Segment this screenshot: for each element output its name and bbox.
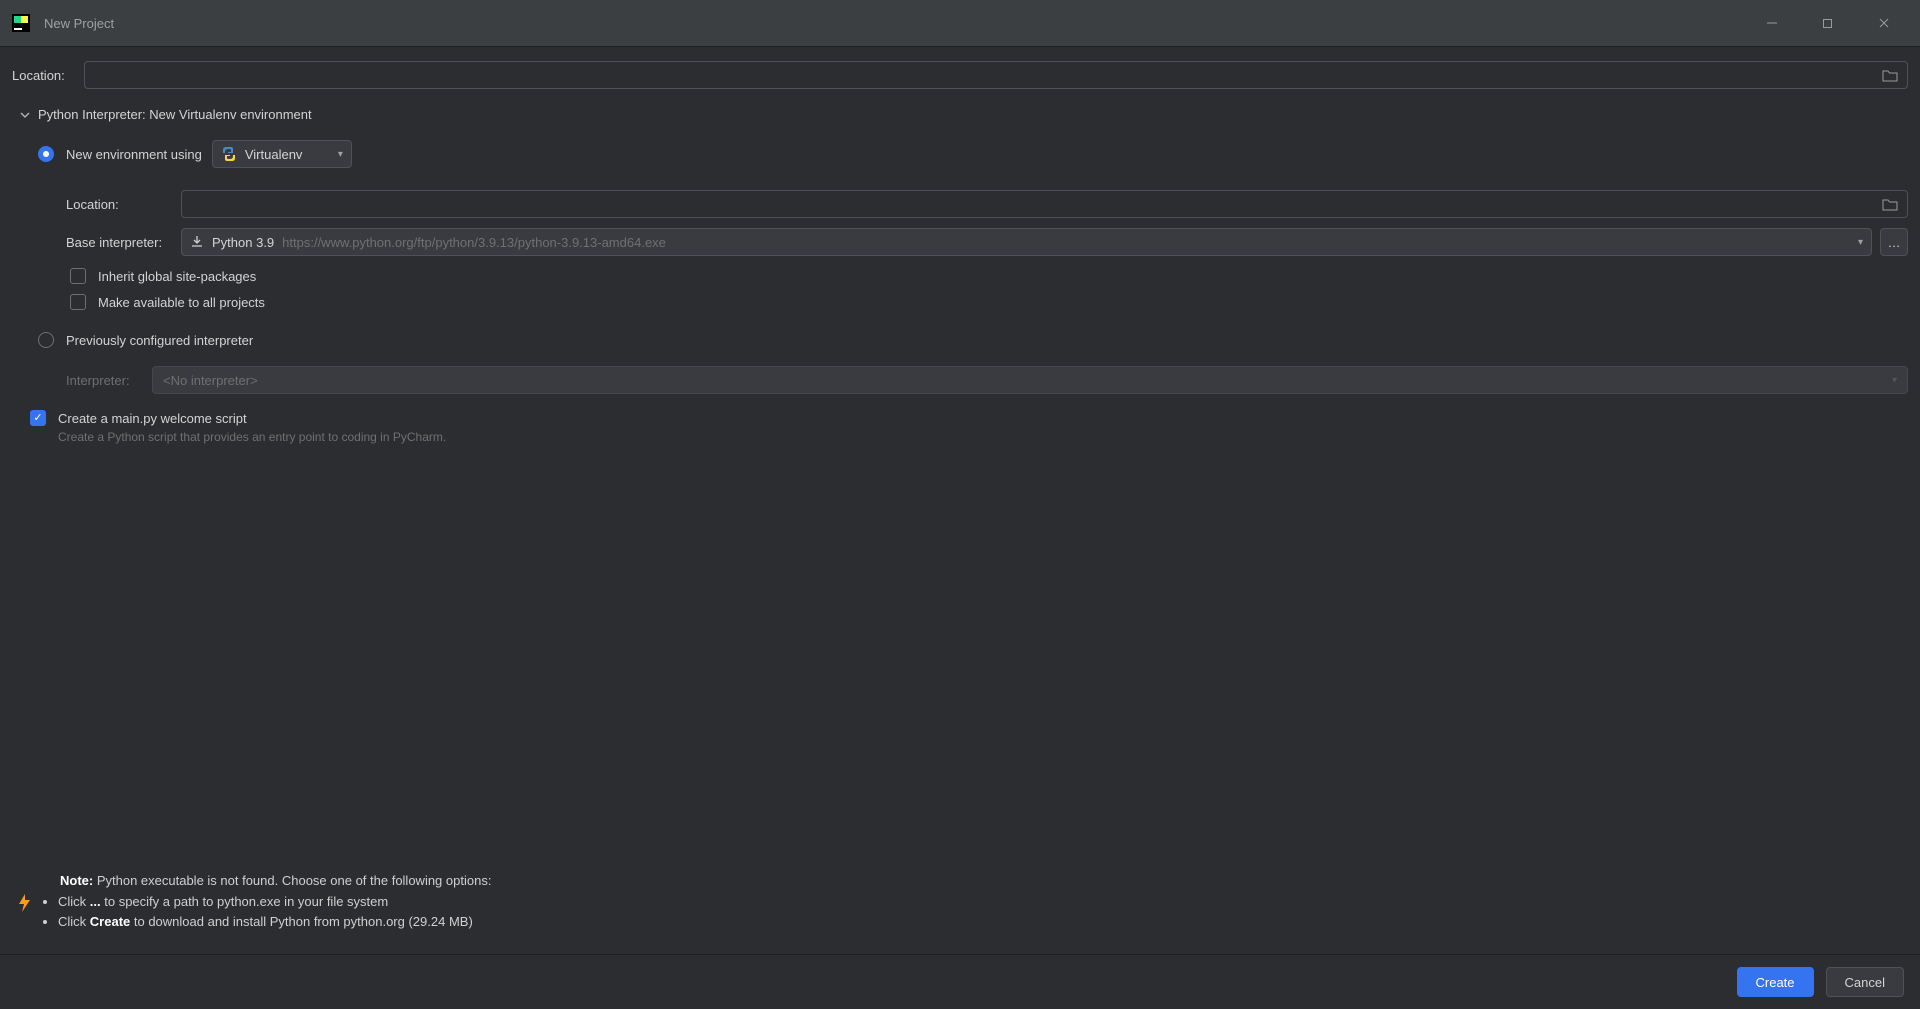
python-icon (221, 146, 237, 162)
prev-interp-radio[interactable] (38, 332, 54, 348)
note-text: Python executable is not found. Choose o… (93, 873, 491, 888)
base-interp-name: Python 3.9 (212, 235, 274, 250)
cancel-button[interactable]: Cancel (1826, 967, 1904, 997)
titlebar: New Project (0, 0, 1920, 47)
env-type-select[interactable]: Virtualenv ▾ (212, 140, 352, 168)
chevron-down-icon (20, 110, 30, 120)
env-type-text: Virtualenv (245, 147, 303, 162)
make-available-checkbox[interactable] (70, 294, 86, 310)
inherit-checkbox[interactable] (70, 268, 86, 284)
interpreter-section-toggle[interactable]: Python Interpreter: New Virtualenv envir… (12, 107, 1908, 122)
location-label: Location: (12, 68, 84, 83)
note-bullet-2: Click Create to download and install Pyt… (58, 912, 491, 932)
no-interpreter-text: <No interpreter> (163, 373, 258, 388)
prev-interp-label: Previously configured interpreter (66, 333, 253, 348)
browse-env-location-button[interactable] (1882, 197, 1904, 211)
new-env-radio[interactable] (38, 146, 54, 162)
inherit-label: Inherit global site-packages (98, 269, 256, 284)
window-title: New Project (44, 16, 114, 31)
note-bullet-1: Click ... to specify a path to python.ex… (58, 892, 491, 912)
lightning-icon (16, 893, 32, 913)
create-button[interactable]: Create (1737, 967, 1814, 997)
base-interp-browse-button[interactable]: … (1880, 228, 1908, 256)
browse-location-button[interactable] (1882, 68, 1904, 82)
maximize-button[interactable] (1822, 18, 1852, 29)
base-interp-hint: https://www.python.org/ftp/python/3.9.13… (282, 235, 666, 250)
app-icon (12, 14, 30, 32)
interpreter-label: Interpreter: (66, 373, 152, 388)
location-input[interactable] (84, 61, 1908, 89)
base-interp-label: Base interpreter: (66, 235, 181, 250)
welcome-label: Create a main.py welcome script (58, 411, 247, 426)
chevron-down-icon: ▾ (1858, 237, 1863, 248)
make-available-label: Make available to all projects (98, 295, 265, 310)
env-location-label: Location: (66, 197, 181, 212)
minimize-button[interactable] (1766, 17, 1796, 29)
new-env-label: New environment using (66, 147, 202, 162)
welcome-desc: Create a Python script that provides an … (12, 430, 1908, 444)
note-block: Note: Python executable is not found. Ch… (12, 871, 1908, 932)
env-location-input[interactable] (181, 190, 1908, 218)
base-interp-select[interactable]: Python 3.9 https://www.python.org/ftp/py… (181, 228, 1872, 256)
download-icon (190, 235, 204, 249)
note-prefix: Note: (60, 873, 93, 888)
interpreter-section-header: Python Interpreter: New Virtualenv envir… (38, 107, 312, 122)
welcome-checkbox[interactable] (30, 410, 46, 426)
chevron-down-icon: ▾ (1892, 375, 1897, 386)
interpreter-select: <No interpreter> ▾ (152, 366, 1908, 394)
chevron-down-icon: ▾ (338, 149, 343, 160)
close-button[interactable] (1878, 17, 1908, 29)
